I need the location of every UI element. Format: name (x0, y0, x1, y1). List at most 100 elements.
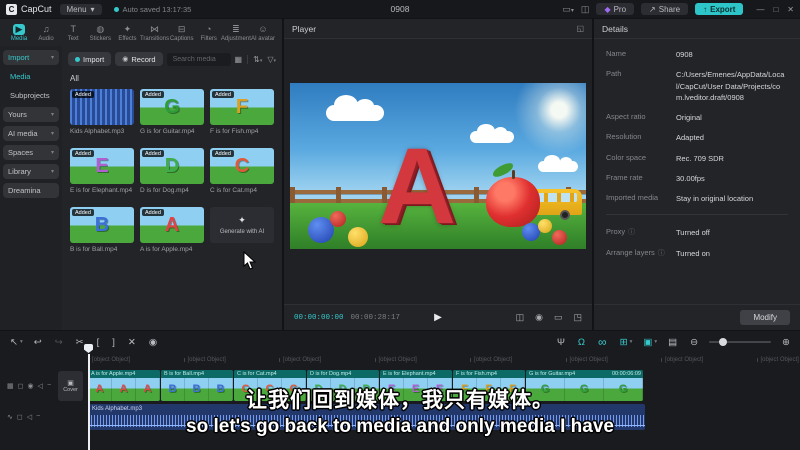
media-item-c-cat[interactable]: Added C C is for Cat.mp4 C is for Cat.mp… (210, 148, 274, 194)
sort-icon[interactable]: ⇅▾ (253, 55, 262, 64)
media-item-d-dog[interactable]: Added D D is for Dog.mp4 D is for Dog.mp… (140, 148, 204, 194)
auto-render-icon[interactable]: ▣ ▾ (643, 337, 657, 348)
clip-a-apple[interactable]: A is for Apple.mp4 AAA (88, 370, 160, 401)
track-hide-icon[interactable]: ◉ (27, 382, 33, 390)
track-waveform-icon[interactable]: ∿ (7, 413, 13, 421)
sidebar-item-subprojects[interactable]: Subprojects (3, 88, 59, 103)
close-button[interactable]: ✕ (787, 5, 794, 14)
generate-with-ai-card[interactable]: ✦ Generate with AI Generate with AI (210, 207, 274, 253)
freeze-frame-icon[interactable]: ◉ (149, 337, 159, 348)
import-button[interactable]: Import (68, 52, 112, 66)
tab-captions[interactable]: ⊟ Captions (169, 24, 195, 42)
timeline-zoom-out-icon[interactable]: ⊖ (690, 337, 698, 348)
select-tool-icon[interactable]: ↖ ▾ (10, 337, 23, 348)
sidebar-item-media[interactable]: Media (3, 69, 59, 84)
fullscreen-icon[interactable]: ◳ (573, 312, 582, 323)
ratio-icon[interactable]: ▭ (554, 312, 563, 323)
snap-magnet-icon[interactable]: Ω (578, 337, 587, 348)
media-item-b-ball[interactable]: Added B B is for Ball.mp4 B is for Ball.… (70, 207, 134, 253)
current-timecode: 00:00:00:00 (294, 313, 344, 322)
grid-view-icon[interactable]: ▦ (235, 55, 243, 64)
tab-stickers[interactable]: ◍ Stickers (87, 24, 113, 42)
chevron-down-icon: ▾ (50, 55, 54, 61)
playhead[interactable] (84, 344, 93, 450)
redo-icon[interactable]: ↪ (55, 337, 65, 348)
play-button[interactable]: ▶ (434, 312, 442, 323)
media-item-g-guitar[interactable]: Added G G is for Guitar.mp4 G is for Gui… (140, 89, 204, 135)
sidebar-item-dreamina[interactable]: Dreamina (3, 183, 59, 198)
tab-label: Effects (118, 35, 137, 42)
audio-clip-kids-alphabet[interactable]: Kids Alphabet.mp3 (88, 404, 645, 430)
track-shrink-icon[interactable]: − (47, 382, 51, 390)
track-thumbnail-icon[interactable]: ▦ (7, 382, 14, 390)
modify-button[interactable]: Modify (740, 310, 790, 325)
layout-switch-icon[interactable]: ▭▾ (562, 4, 574, 15)
tab-audio[interactable]: ♫ Audio (33, 24, 59, 42)
filter-icon[interactable]: ▽▾ (267, 55, 276, 64)
track-mute-icon[interactable]: ◁ (38, 382, 43, 390)
quality-icon[interactable]: ◉ (535, 312, 543, 323)
tab-filters[interactable]: ◔ Filters (196, 24, 222, 42)
timeline-right-icons: Ψ Ω ∞ ⊞ ▾ ▣ ▾ ▤ (557, 335, 679, 349)
player-expand-icon[interactable]: ◱ (576, 24, 584, 33)
track-lock-icon[interactable]: ◻ (18, 382, 24, 390)
tab-media[interactable]: ▶ Media (6, 23, 32, 42)
tab-text[interactable]: T Text (60, 24, 86, 42)
preview-axis-icon[interactable]: ⊞ ▾ (620, 337, 633, 348)
maximize-button[interactable]: □ (773, 5, 778, 14)
details-value: Turned on (676, 248, 710, 258)
menu-button[interactable]: Menu ▾ (59, 3, 102, 15)
clip-filename: B is for Ball.mp4 (161, 370, 233, 378)
shortcuts-keyboard-icon[interactable]: ▤ (668, 337, 679, 348)
delete-right-icon[interactable]: ] (112, 337, 117, 348)
timeline-zoom-slider[interactable] (709, 338, 772, 346)
media-item-a-apple[interactable]: Added A A is for Apple.mp4 A is for Appl… (140, 207, 204, 253)
clip-b-ball[interactable]: B is for Ball.mp4 BBB (161, 370, 233, 401)
delete-left-icon[interactable]: [ (97, 337, 102, 348)
details-row: Aspect ratio Original (606, 112, 788, 123)
media-grid: Added Kids Alphabet.mp3 Kids Alphabet.mp… (62, 85, 282, 257)
tab-adjustment[interactable]: ≣ Adjustment (221, 24, 251, 42)
link-clips-icon[interactable]: ∞ (598, 335, 609, 349)
clip-c-cat[interactable]: C is for Cat.mp4 CCC (234, 370, 306, 401)
cover-button[interactable]: ▣ Cover (58, 370, 84, 401)
export-button[interactable]: ↑ Export (695, 3, 744, 15)
panel-layout-icon[interactable]: ◫ (581, 4, 590, 15)
timeline-zoom-in-icon[interactable]: ⊕ (782, 337, 790, 348)
clip-f-fish[interactable]: F is for Fish.mp4 FFF (453, 370, 525, 401)
media-item-e-elephant[interactable]: Added E E is for Elephant.mp4 E is for E… (70, 148, 134, 194)
player-header: Player ◱ (284, 19, 592, 39)
sidebar-item-spaces[interactable]: Spaces ▾ (3, 145, 59, 160)
tab-ai-avatar[interactable]: ☺ AI avatar (250, 24, 276, 42)
delete-icon[interactable]: ✕ (128, 337, 138, 348)
clip-d-dog[interactable]: D is for Dog.mp4 DDD (307, 370, 379, 401)
undo-icon[interactable]: ↩ (34, 337, 44, 348)
sidebar-item-library[interactable]: Library ▾ (3, 164, 59, 179)
tab-effects[interactable]: ✦ Effects (114, 24, 140, 42)
zoom-slider-handle[interactable] (718, 338, 727, 346)
media-item-f-fish[interactable]: Added F F is for Fish.mp4 F is for Fish.… (210, 89, 274, 135)
sidebar-item-ai-media[interactable]: AI media ▾ (3, 126, 59, 141)
track-mute-icon[interactable]: ◁ (27, 413, 32, 421)
media-thumbnail: Added B B is for Ball.mp4 (70, 207, 134, 243)
track-shrink-icon[interactable]: − (36, 413, 40, 421)
sidebar-item-import[interactable]: Import ▾ (3, 50, 59, 65)
video-preview[interactable]: A (290, 83, 586, 249)
clip-g-guitar[interactable]: G is for Guitar.mp4 00:00:06:09 GGG (526, 370, 643, 401)
compare-icon[interactable]: ◫ (516, 312, 525, 323)
timeline-tools-right: Ψ Ω ∞ ⊞ ▾ ▣ ▾ ▤ ⊖ ⊕ (557, 335, 790, 349)
minimize-button[interactable]: — (756, 5, 764, 14)
details-panel: Details Name 0908 Path C:/Users/Emenes/A… (594, 19, 800, 330)
menu-label: Menu (66, 4, 87, 14)
search-input[interactable] (166, 52, 231, 66)
clip-e-elephant[interactable]: E is for Elephant.mp4 EEE (380, 370, 452, 401)
timeline-ruler[interactable]: [object Object] [object Object] [object … (88, 353, 800, 366)
sidebar-item-yours[interactable]: Yours ▾ (3, 107, 59, 122)
voiceover-mic-icon[interactable]: Ψ (557, 337, 567, 348)
track-lock-icon[interactable]: ◻ (17, 413, 23, 421)
share-button[interactable]: ↗ Share (641, 3, 689, 15)
media-item-kids-alphabet[interactable]: Added Kids Alphabet.mp3 Kids Alphabet.mp… (70, 89, 134, 135)
record-button[interactable]: ◉ Record (115, 52, 163, 66)
tab-transitions[interactable]: ⋈ Transitions (140, 24, 169, 42)
pro-button[interactable]: ◆ Pro (596, 3, 635, 15)
